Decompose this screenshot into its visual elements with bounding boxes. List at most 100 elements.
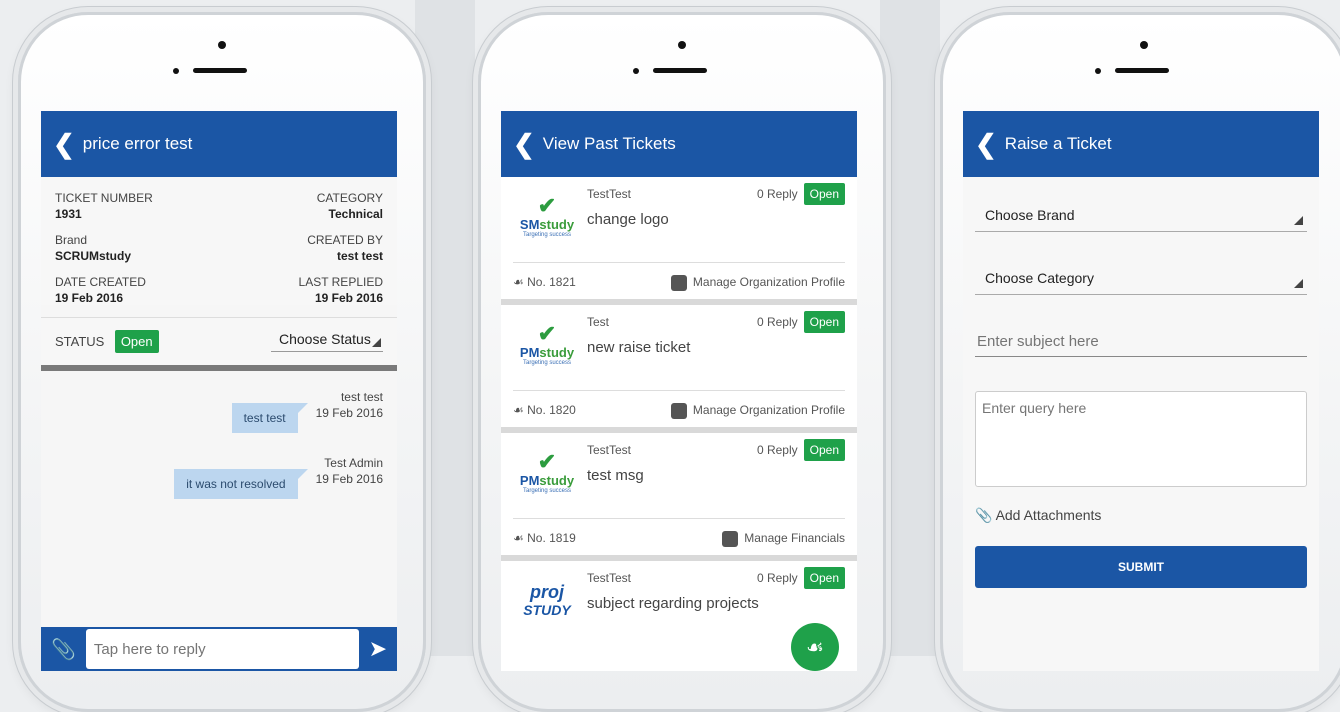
raise-ticket-screen: ❮ Raise a Ticket Choose Brand Choose Cat… xyxy=(963,111,1319,671)
ticket-user: TestTest xyxy=(587,571,632,585)
choose-category-label: Choose Category xyxy=(985,270,1094,286)
ticket-number: No. 1819 xyxy=(527,531,576,545)
tag-icon: ☙ xyxy=(513,531,524,545)
brand-suffix: study xyxy=(539,473,575,488)
send-icon[interactable]: ➤ xyxy=(369,636,387,662)
message-author: test test xyxy=(340,390,383,404)
date-created-value: 19 Feb 2016 xyxy=(55,291,124,305)
phone-3: ❮ Raise a Ticket Choose Brand Choose Cat… xyxy=(940,12,1340,712)
phone-1: ❮ price error test TICKET NUMBER 1931 CA… xyxy=(18,12,426,712)
speaker xyxy=(653,68,707,73)
ticket-detail-screen: ❮ price error test TICKET NUMBER 1931 CA… xyxy=(41,111,397,671)
pmstudy-logo: ✔ PMstudy Targeting success xyxy=(513,323,581,377)
brand-tagline: Targeting success xyxy=(522,232,572,238)
app-bar: ❮ Raise a Ticket xyxy=(963,111,1319,177)
brand-prefix: proj xyxy=(530,582,564,602)
paperclip-icon[interactable]: 📎 xyxy=(51,637,76,662)
category-value: Technical xyxy=(328,207,383,221)
ticket-subject: test msg xyxy=(587,467,644,484)
info-row: Brand SCRUMstudy CREATED BY test test xyxy=(55,233,383,263)
camera xyxy=(218,41,226,49)
page-title: View Past Tickets xyxy=(542,134,676,153)
status-badge: Open xyxy=(114,330,159,353)
dropdown-arrow-icon xyxy=(372,338,381,347)
past-tickets-screen: ❮ View Past Tickets ✔ SMstudy Targeting … xyxy=(501,111,857,671)
back-icon[interactable]: ❮ xyxy=(53,131,75,157)
brand-prefix: PM xyxy=(519,345,540,360)
tag-icon: ☙ xyxy=(513,275,524,289)
brand-tagline: Targeting success xyxy=(522,360,572,366)
new-ticket-fab[interactable]: ☙ xyxy=(791,623,839,671)
brand-label: Brand xyxy=(55,233,88,247)
brand-tagline: Targeting success xyxy=(522,488,572,494)
app-bar: ❮ price error test xyxy=(41,111,397,177)
status-badge: Open xyxy=(803,439,845,461)
message: test test test test 19 Feb 2016 xyxy=(55,389,383,433)
dropdown-arrow-icon xyxy=(1294,216,1303,225)
app-bar: ❮ View Past Tickets xyxy=(501,111,857,177)
ticket-number: 1931 xyxy=(55,207,82,221)
ticket-card[interactable]: ✔ PMstudy Targeting success Test 0 Reply… xyxy=(501,305,857,433)
pmstudy-logo: ✔ PMstudy Targeting success xyxy=(513,451,581,505)
info-row: TICKET NUMBER 1931 CATEGORY Technical xyxy=(55,191,383,221)
add-attachments-label: Add Attachments xyxy=(995,507,1102,523)
profile-icon xyxy=(670,403,687,419)
ticket-user: TestTest xyxy=(587,443,632,457)
tag-icon: ☙ xyxy=(513,403,524,417)
ticket-subject: new raise ticket xyxy=(587,339,691,356)
reply-input[interactable] xyxy=(85,629,359,669)
message: it was not resolved Test Admin 19 Feb 20… xyxy=(55,455,383,499)
query-textarea[interactable] xyxy=(975,391,1307,487)
status-row: STATUS Open Choose Status xyxy=(41,317,397,365)
brand-suffix: study xyxy=(539,217,575,232)
brand-suffix: study xyxy=(539,345,575,360)
status-badge: Open xyxy=(803,567,845,589)
sensor xyxy=(1095,68,1101,74)
add-attachments-link[interactable]: 📎 Add Attachments xyxy=(975,507,1307,524)
message-author: Test Admin xyxy=(324,456,383,470)
ticket-card[interactable]: ✔ SMstudy Targeting success TestTest 0 R… xyxy=(501,177,857,305)
subject-input[interactable] xyxy=(975,329,1307,357)
status-badge: Open xyxy=(803,183,845,205)
category-label: CATEGORY xyxy=(316,191,383,205)
message-date: 19 Feb 2016 xyxy=(315,406,383,420)
background-stripe-2 xyxy=(880,0,940,656)
ticket-card[interactable]: ✔ PMstudy Targeting success TestTest 0 R… xyxy=(501,433,857,561)
ticket-info: TICKET NUMBER 1931 CATEGORY Technical Br… xyxy=(41,177,397,305)
ticket-module: Manage Financials xyxy=(744,531,845,546)
page-title: Raise a Ticket xyxy=(1004,134,1112,153)
projstudy-logo: proj STUDY xyxy=(513,579,581,633)
choose-brand-select[interactable]: Choose Brand xyxy=(975,203,1307,232)
brand-value: SCRUMstudy xyxy=(55,249,132,263)
ticket-number: No. 1821 xyxy=(527,275,576,289)
submit-button[interactable]: SUBMIT xyxy=(975,546,1307,588)
message-date: 19 Feb 2016 xyxy=(315,472,383,486)
ticket-subject: change logo xyxy=(587,211,669,228)
camera xyxy=(1140,41,1148,49)
ticket-number-label: TICKET NUMBER xyxy=(55,191,153,205)
brand-prefix: SM xyxy=(519,217,540,232)
camera xyxy=(678,41,686,49)
paperclip-icon: 📎 xyxy=(975,507,993,523)
message-bubble: test test xyxy=(231,403,308,433)
choose-status-label: Choose Status xyxy=(279,331,371,347)
back-icon[interactable]: ❮ xyxy=(513,131,535,157)
reply-count: 0 Reply xyxy=(756,187,798,201)
choose-status-dropdown[interactable]: Choose Status xyxy=(271,331,383,352)
ticket-user: TestTest xyxy=(587,187,632,201)
ticket-number: No. 1820 xyxy=(527,403,576,417)
page-title: price error test xyxy=(82,134,193,153)
back-icon[interactable]: ❮ xyxy=(975,131,997,157)
check-icon: ✔ xyxy=(537,193,557,218)
status-badge: Open xyxy=(803,311,845,333)
reply-count: 0 Reply xyxy=(756,443,798,457)
reply-bar: 📎 ➤ xyxy=(41,627,397,671)
sensor xyxy=(173,68,179,74)
last-replied-value: 19 Feb 2016 xyxy=(314,291,383,305)
reply-count: 0 Reply xyxy=(756,315,798,329)
ticket-module: Manage Organization Profile xyxy=(692,403,845,418)
info-row: DATE CREATED 19 Feb 2016 LAST REPLIED 19… xyxy=(55,275,383,305)
profile-icon xyxy=(670,275,687,291)
smstudy-logo: ✔ SMstudy Targeting success xyxy=(513,195,581,249)
choose-category-select[interactable]: Choose Category xyxy=(975,266,1307,295)
